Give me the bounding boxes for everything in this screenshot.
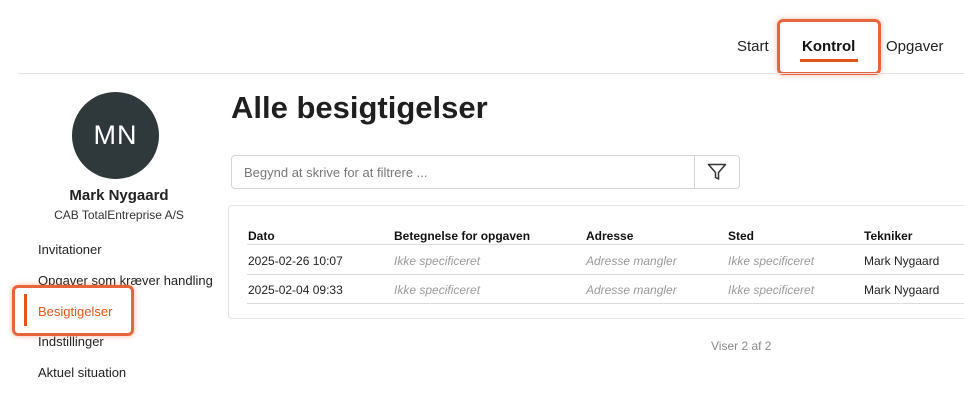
pagination-status: Viser 2 af 2 [711, 339, 772, 353]
column-header-sted[interactable]: Sted [728, 229, 754, 243]
cell-betegnelse: Ikke specificeret [394, 283, 481, 297]
row-divider-line [247, 274, 964, 275]
sidebar-active-indicator [24, 294, 27, 326]
column-header-betegnelse[interactable]: Betegnelse for opgaven [394, 229, 530, 243]
sidebar-item-invitationer[interactable]: Invitationer [38, 242, 102, 257]
cell-sted: Ikke specificeret [728, 254, 815, 268]
header-divider-line [247, 244, 964, 245]
user-name: Mark Nygaard [69, 187, 169, 204]
column-header-dato[interactable]: Dato [248, 229, 275, 243]
inspections-table: Dato Betegnelse for opgaven Adresse Sted… [228, 205, 964, 319]
cell-adresse: Adresse mangler [586, 254, 677, 268]
cell-dato: 2025-02-26 10:07 [248, 254, 343, 268]
page-title: Alle besigtigelser [231, 90, 488, 125]
top-navigation: Start Kontrol Opgaver [0, 0, 964, 74]
cell-betegnelse: Ikke specificeret [394, 254, 481, 268]
avatar: MN [72, 92, 159, 179]
cell-sted: Ikke specificeret [728, 283, 815, 297]
sidebar-item-aktuel-situation[interactable]: Aktuel situation [38, 365, 126, 380]
active-nav-underline [800, 59, 858, 62]
sidebar-item-indstillinger[interactable]: Indstillinger [38, 334, 104, 349]
search-bar [231, 155, 740, 189]
row-divider-line [247, 303, 964, 304]
nav-item-kontrol[interactable]: Kontrol [802, 38, 855, 55]
column-header-tekniker[interactable]: Tekniker [864, 229, 912, 243]
cell-tekniker: Mark Nygaard [864, 283, 940, 297]
cell-dato: 2025-02-04 09:33 [248, 283, 343, 297]
sidebar-item-besigtigelser[interactable]: Besigtigelser [38, 304, 112, 319]
sidebar-item-opgaver-handling[interactable]: Opgaver som kræver handling [38, 273, 213, 288]
search-input[interactable] [232, 156, 694, 188]
nav-item-opgaver[interactable]: Opgaver [886, 38, 944, 55]
filter-funnel-icon [707, 163, 727, 180]
cell-tekniker: Mark Nygaard [864, 254, 940, 268]
header-divider [18, 73, 964, 74]
user-company: CAB TotalEntreprise A/S [54, 208, 184, 222]
nav-item-start[interactable]: Start [737, 38, 769, 55]
column-header-adresse[interactable]: Adresse [586, 229, 633, 243]
cell-adresse: Adresse mangler [586, 283, 677, 297]
filter-button[interactable] [694, 156, 739, 188]
